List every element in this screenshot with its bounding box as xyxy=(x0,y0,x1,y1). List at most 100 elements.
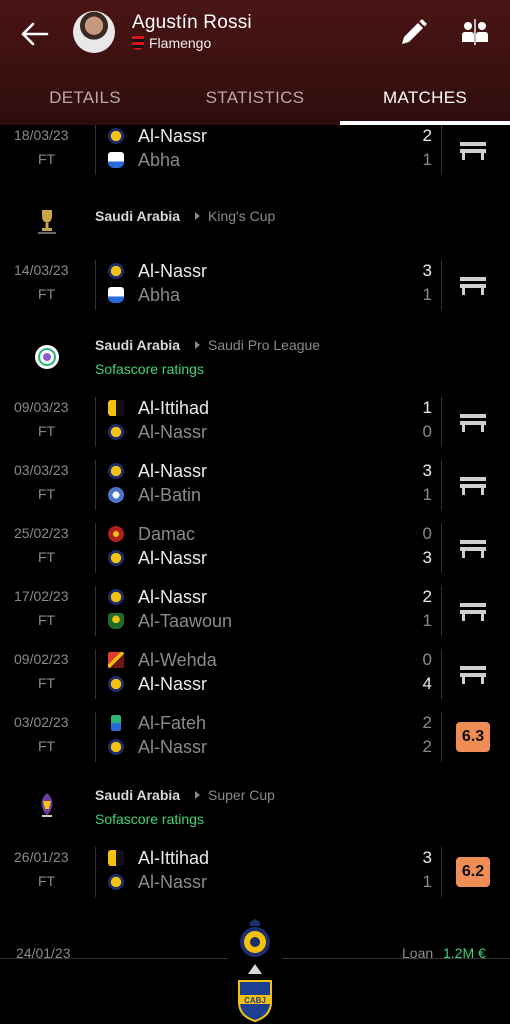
away-team-name: Al-Nassr xyxy=(138,673,208,694)
home-score: 3 xyxy=(422,848,432,867)
away-team-name: Al-Nassr xyxy=(138,871,208,892)
match-status: FT xyxy=(38,612,56,628)
away-team: Al-Nassr xyxy=(108,673,207,695)
home-team: Al-Nassr xyxy=(108,260,207,282)
match-status: FT xyxy=(38,286,56,302)
flamengo-logo xyxy=(132,36,144,50)
divider xyxy=(95,260,96,310)
divider xyxy=(441,460,442,510)
match-row[interactable]: 26/01/23 FT Al-Ittihad Al-Nassr 3 1 6.2 xyxy=(0,847,510,899)
league-country: Saudi Arabia xyxy=(95,208,181,224)
al-batin-logo xyxy=(108,487,124,503)
match-status: FT xyxy=(38,423,56,439)
al-nassr-logo xyxy=(108,676,124,692)
home-team-name: Al-Fateh xyxy=(138,712,207,733)
match-row[interactable]: 03/02/23 FT Al-Fateh Al-Nassr 2 2 6.3 xyxy=(0,712,510,764)
tab-details[interactable]: DETAILS xyxy=(0,70,170,125)
home-team: Al-Wehda xyxy=(108,649,217,671)
league-name: Super Cup xyxy=(208,787,275,803)
pencil-icon xyxy=(402,19,427,44)
transfer-date: 24/01/23 xyxy=(16,945,71,961)
tab-matches[interactable]: MATCHES xyxy=(340,70,510,125)
al-nassr-logo xyxy=(108,739,124,755)
sofascore-ratings-label: Sofascore ratings xyxy=(95,811,204,827)
home-team: Al-Fateh xyxy=(108,712,206,734)
match-status: FT xyxy=(38,873,56,889)
al-taawoun-logo xyxy=(108,613,124,629)
player-header: Agustín Rossi Flamengo DETAILS STATISTIC… xyxy=(0,0,510,125)
chevron-right-icon xyxy=(195,791,200,799)
home-score: 3 xyxy=(422,261,432,280)
svg-text:CABJ: CABJ xyxy=(244,996,266,1005)
compare-button[interactable] xyxy=(458,16,492,50)
match-row[interactable]: 09/02/23 FT Al-Wehda Al-Nassr 0 4 xyxy=(0,649,510,701)
home-team-name: Al-Nassr xyxy=(138,260,208,281)
bench-icon xyxy=(460,666,486,684)
divider xyxy=(441,523,442,573)
al-nassr-logo xyxy=(108,874,124,890)
player-rating-badge[interactable]: 6.3 xyxy=(456,722,490,752)
divider xyxy=(95,586,96,636)
al-ittihad-logo xyxy=(108,400,124,416)
al-nassr-logo xyxy=(108,550,124,566)
divider xyxy=(441,586,442,636)
al-nassr-logo xyxy=(108,463,124,479)
sofascore-ratings-label: Sofascore ratings xyxy=(95,361,204,377)
match-row[interactable]: 14/03/23 FT Al-Nassr Abha 3 1 xyxy=(0,260,510,312)
league-name: Saudi Pro League xyxy=(208,337,321,353)
away-team: Abha xyxy=(108,149,180,171)
away-team-name: Al-Nassr xyxy=(138,547,208,568)
chevron-right-icon xyxy=(195,212,200,220)
matches-list[interactable]: 18/03/23 FT Al-Nassr Abha 2 1 Saudi Arab… xyxy=(0,125,510,1024)
match-row[interactable]: 03/03/23 FT Al-Nassr Al-Batin 3 1 xyxy=(0,460,510,512)
match-row[interactable]: 18/03/23 FT Al-Nassr Abha 2 1 xyxy=(0,125,510,177)
match-row[interactable]: 25/02/23 FT Damac Al-Nassr 0 3 xyxy=(0,523,510,575)
compare-players-icon xyxy=(462,19,488,45)
league-name: King's Cup xyxy=(208,208,276,224)
damac-logo xyxy=(108,526,124,542)
home-team: Al-Ittihad xyxy=(108,847,209,869)
match-date: 17/02/23 xyxy=(14,588,69,604)
match-date: 03/03/23 xyxy=(14,462,69,478)
match-row[interactable]: 09/03/23 FT Al-Ittihad Al-Nassr 1 0 xyxy=(0,397,510,449)
home-score: 3 xyxy=(422,461,432,480)
match-date: 03/02/23 xyxy=(14,714,69,730)
away-score: 1 xyxy=(422,872,432,891)
home-score: 1 xyxy=(422,398,432,417)
bench-icon xyxy=(460,540,486,558)
divider xyxy=(441,125,442,175)
away-score: 1 xyxy=(422,611,432,630)
al-nassr-logo xyxy=(108,263,124,279)
home-team: Al-Nassr xyxy=(108,586,207,608)
back-arrow-icon xyxy=(21,22,49,46)
divider xyxy=(95,460,96,510)
al-fateh-logo xyxy=(111,715,121,731)
bench-icon xyxy=(460,277,486,295)
away-team: Al-Nassr xyxy=(108,421,207,443)
transfer-fee: 1.2M € xyxy=(443,945,486,961)
away-team: Al-Nassr xyxy=(108,871,207,893)
away-team-name: Al-Taawoun xyxy=(138,610,233,631)
back-button[interactable] xyxy=(14,14,54,54)
match-status: FT xyxy=(38,738,56,754)
player-rating-badge[interactable]: 6.2 xyxy=(456,857,490,887)
edit-button[interactable] xyxy=(396,16,430,50)
home-team-name: Damac xyxy=(138,523,196,544)
home-score: 2 xyxy=(422,713,432,732)
team-row[interactable]: Flamengo xyxy=(132,35,211,51)
home-team: Al-Ittihad xyxy=(108,397,209,419)
away-score: 0 xyxy=(422,422,432,441)
home-team: Al-Nassr xyxy=(108,460,207,482)
home-score: 0 xyxy=(422,650,432,669)
home-team-name: Al-Nassr xyxy=(138,125,208,146)
boca-juniors-logo: CABJ xyxy=(238,980,272,1022)
bench-icon xyxy=(460,477,486,495)
home-team-name: Al-Wehda xyxy=(138,649,217,670)
abha-logo xyxy=(108,287,124,303)
divider xyxy=(441,397,442,447)
away-score: 2 xyxy=(422,737,432,756)
match-row[interactable]: 17/02/23 FT Al-Nassr Al-Taawoun 2 1 xyxy=(0,586,510,638)
home-team-name: Al-Nassr xyxy=(138,586,208,607)
tab-statistics[interactable]: STATISTICS xyxy=(170,70,340,125)
transfer-row[interactable]: 24/01/23 CABJ Loan 1.2M € xyxy=(0,915,510,1024)
